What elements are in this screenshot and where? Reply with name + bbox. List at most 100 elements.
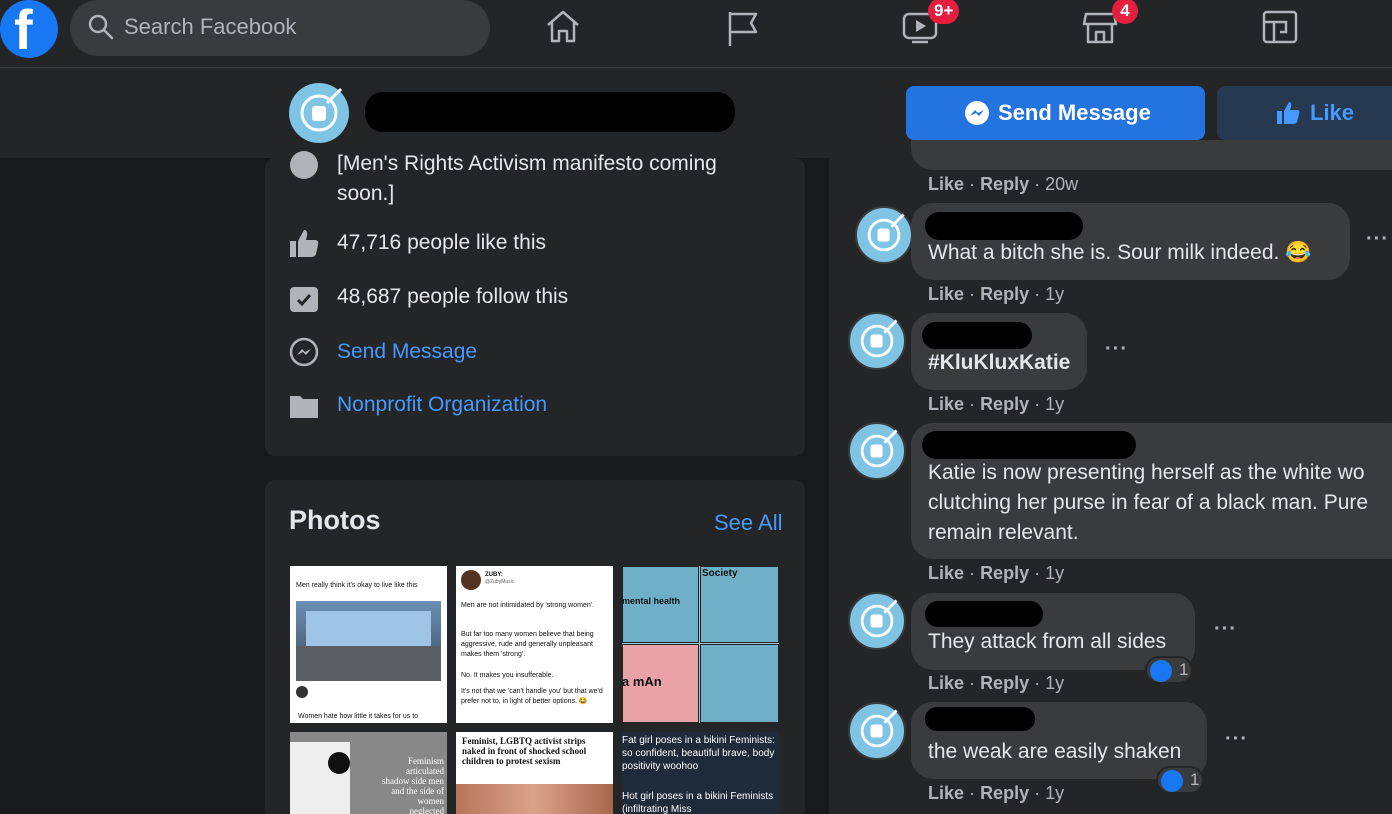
commenter-avatar[interactable] [848,702,906,760]
messenger-icon [965,101,989,125]
tile3-mental-label: mental health [622,596,681,606]
redacted-commenter-name [925,707,1035,731]
reply-comment-link[interactable]: Reply [980,673,1029,693]
photo-tile-4[interactable]: Feminism articulated shadow side men and… [290,732,447,814]
tile3-panel-4 [700,644,779,723]
like-comment-link[interactable]: Like [928,563,964,583]
flag-icon[interactable] [723,6,763,46]
photo-tile-5[interactable]: Feminist, LGBTQ activist strips naked in… [456,732,613,814]
reply-comment-link[interactable]: Reply [980,394,1029,414]
commenter-avatar[interactable] [848,312,906,370]
fist-icon [867,213,905,252]
redacted-commenter-name [925,601,1043,627]
comment-more-button[interactable]: ··· [1105,338,1128,361]
tile4-head [328,752,350,774]
comment-text: What a bitch she is. Sour milk indeed. 😂 [928,241,1312,264]
page-avatar[interactable] [289,83,349,143]
like-label: Like [1310,100,1355,125]
tile2-handle: @ZubyMusic [485,579,515,585]
like-comment-link[interactable]: Like [928,783,964,803]
tile1-room-image [296,601,441,681]
reply-comment-link[interactable]: Reply [980,284,1029,304]
comment-actions: Like · Reply · 20w [928,174,1079,194]
category-icon [290,396,318,418]
photo-tile-1[interactable]: Men really think it's okay to live like … [290,566,447,723]
comment-time[interactable]: 1y [1045,673,1064,693]
comment-time[interactable]: 1y [1045,284,1064,304]
send-message-link[interactable]: Send Message [337,340,477,364]
tile2-tweet-2: But far too many women believe that bein… [461,631,594,658]
tile6-text-2: Hot girl poses in a bikini Feminists (in… [622,791,774,814]
comment-time[interactable]: 1y [1045,394,1064,414]
reply-comment-link[interactable]: Reply [980,783,1029,803]
comment-more-button[interactable]: ··· [1225,728,1248,751]
comment-more-button[interactable]: ··· [1214,618,1237,641]
comment-actions: Like · Reply · 1y [928,284,1065,304]
tile1-caption: Men really think it's okay to live like … [296,582,418,589]
comment-time[interactable]: 20w [1045,174,1078,194]
reply-comment-link[interactable]: Reply [980,174,1029,194]
category-link[interactable]: Nonprofit Organization [337,393,547,417]
reaction-count[interactable]: 1 [1156,766,1204,794]
info-icon [290,151,318,179]
thumbs-up-icon [1161,770,1183,792]
comment-actions: Like · Reply · 1y [928,783,1065,803]
like-comment-link[interactable]: Like [928,174,964,194]
watch-badge: 9+ [928,0,960,24]
comment-text: #KluKluxKatie [928,351,1071,374]
tile4-text: Feminism articulated shadow side men and… [382,756,444,814]
fist-icon [860,599,898,638]
commenter-avatar[interactable] [855,206,913,264]
commenter-avatar[interactable] [848,422,906,480]
marketplace-icon[interactable]: 4 [1080,0,1138,46]
reaction-count[interactable]: 1 [1145,656,1193,684]
reaction-number: 1 [1179,660,1189,679]
tile1-avatar [296,686,308,698]
photo-tile-3[interactable]: Society mental health a mAn [622,566,779,723]
search-input[interactable]: Search Facebook [70,0,490,56]
comment-text-line-3: remain relevant. [928,521,1079,544]
send-message-label: Send Message [998,100,1151,125]
like-comment-link[interactable]: Like [928,673,964,693]
comment-text-line-2: clutching her purse in fear of a black m… [928,491,1369,514]
fist-icon [860,429,898,468]
search-placeholder: Search Facebook [124,14,297,39]
follow-icon [290,287,318,312]
redacted-commenter-name [925,212,1083,240]
photo-tile-6[interactable]: Fat girl poses in a bikini Feminists: so… [622,732,779,814]
home-icon[interactable] [543,6,583,46]
like-comment-link[interactable]: Like [928,284,964,304]
fist-icon [860,709,898,748]
comment-more-button[interactable]: ··· [1366,228,1389,251]
thumbs-up-icon [1277,102,1300,124]
reply-comment-link[interactable]: Reply [980,563,1029,583]
gaming-icon[interactable] [1260,6,1300,46]
facebook-logo-icon[interactable]: f [0,0,58,58]
comment-time[interactable]: 1y [1045,783,1064,803]
tile3-society-label: Society [702,568,738,579]
comment-text: They attack from all sides [928,630,1167,653]
messenger-icon [289,337,319,367]
photo-tile-2[interactable]: ZUBY: @ZubyMusic Men are not intimidated… [456,566,613,723]
send-message-button[interactable]: Send Message [906,86,1205,140]
commenter-avatar[interactable] [848,592,906,650]
fist-icon [860,319,898,358]
tile2-tweet-4: It's not that we 'can't handle you' but … [461,688,603,705]
comment-actions: Like · Reply · 1y [928,394,1065,414]
about-description: [Men's Rights Activism manifesto coming … [337,152,717,205]
redacted-commenter-name [922,322,1032,349]
likes-count: 47,716 people like this [337,231,546,254]
comment-actions: Like · Reply · 1y [928,673,1065,693]
tile5-image [456,784,613,814]
tile1-footer: Women hate how little it takes for us to [298,713,419,720]
thumbs-up-icon [1150,660,1172,682]
like-page-button[interactable]: Like [1217,86,1392,140]
tile2-tweet-1: Men are not intimidated by 'strong women… [461,602,595,609]
thumbs-up-icon [290,230,319,257]
comment-actions: Like · Reply · 1y [928,563,1065,583]
comment-time[interactable]: 1y [1045,563,1064,583]
like-comment-link[interactable]: Like [928,394,964,414]
tile3-aman-label: a mAn [622,674,662,689]
see-all-photos-link[interactable]: See All [714,510,783,536]
watch-icon[interactable]: 9+ [900,0,960,46]
